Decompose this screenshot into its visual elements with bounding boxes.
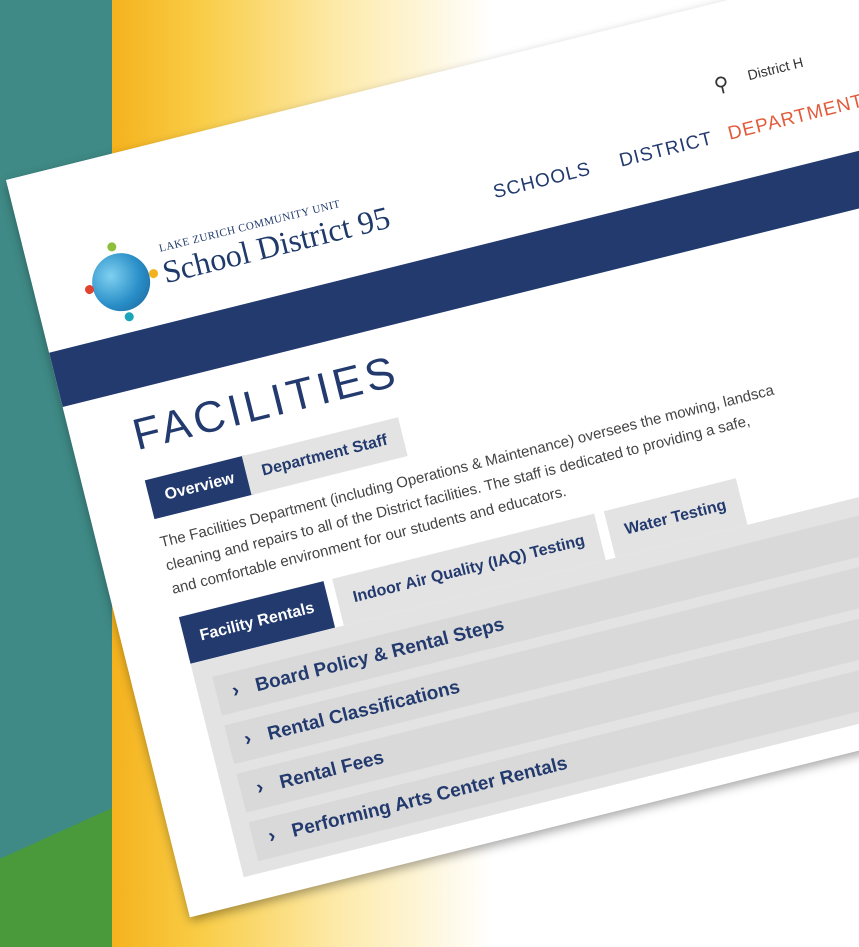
district-home-link[interactable]: District H	[746, 54, 805, 83]
chevron-right-icon: ›	[253, 776, 266, 800]
accordion-label: Rental Fees	[277, 747, 387, 794]
tab-overview[interactable]: Overview	[144, 455, 255, 520]
nav-district[interactable]: DISTRICT	[617, 128, 715, 172]
nav-schools[interactable]: SCHOOLS	[491, 159, 593, 205]
top-tabs: Overview Department Staff	[144, 417, 408, 520]
logo-dot-green	[106, 241, 118, 253]
chevron-right-icon: ›	[266, 824, 278, 848]
sub-tabs: Facility Rentals Indoor Air Quality (IAQ…	[178, 478, 748, 664]
chevron-right-icon: ›	[241, 727, 254, 751]
chevron-right-icon: ›	[229, 679, 242, 703]
search-icon[interactable]: ⚲	[711, 71, 732, 99]
